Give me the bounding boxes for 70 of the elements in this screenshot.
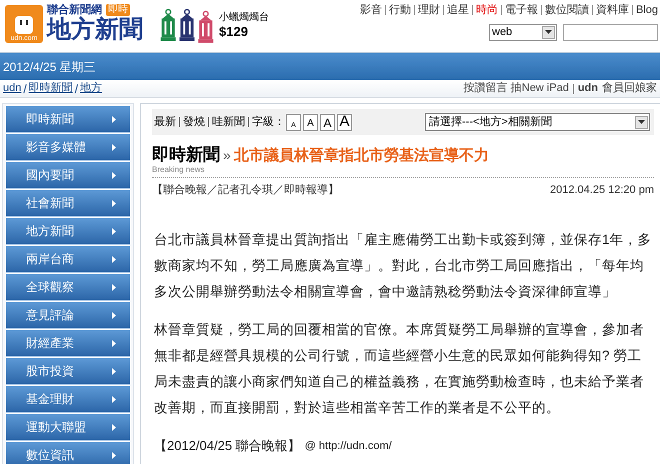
sidebar-item[interactable]: 即時新聞	[6, 106, 130, 133]
search-field[interactable]	[563, 24, 658, 40]
toolbar-link[interactable]: 最新	[154, 114, 176, 130]
caret-right-icon	[112, 172, 116, 178]
sidebar-item[interactable]: 運動大聯盟	[6, 414, 130, 441]
breadcrumb-separator: /	[23, 80, 27, 98]
top-nav-link[interactable]: 行動	[388, 2, 411, 18]
font-size-label: 字級：	[252, 114, 285, 130]
caret-right-icon	[112, 228, 116, 234]
chevron-icon: »	[223, 145, 231, 165]
caret-right-icon	[112, 200, 116, 206]
breadcrumb-separator: /	[74, 80, 78, 98]
caret-right-icon	[112, 424, 116, 430]
logo-section: 地方新聞	[47, 16, 143, 44]
caret-right-icon	[112, 368, 116, 374]
toolbar-link[interactable]: 哇新聞	[212, 114, 245, 130]
article-paragraph: 林晉章質疑，勞工局的回覆相當的官僚。本席質疑勞工局舉辦的宣導會，參加者無非都是經營具規模的公司行號，而這些經營小生意的民眾如何能夠得知? 勞工局未盡責的讓小商家們知道自己的權益義務，在實施勞動檢查時，也未給予業者改善期，而直接開罰，對於這些相當辛苦工作的業者是不公平的。	[154, 320, 645, 416]
caret-right-icon	[112, 116, 116, 122]
promo-tail-link[interactable]: 會員回娘家	[602, 80, 657, 97]
toolbar-link[interactable]: 發燒	[183, 114, 205, 130]
top-nav-link[interactable]: 時尚	[476, 2, 498, 18]
breadcrumb-link[interactable]: 即時新聞	[28, 80, 73, 97]
logo-badge-label: 即時	[106, 4, 130, 16]
date-text: 2012/4/25 星期三	[3, 58, 96, 76]
caret-right-icon	[112, 284, 116, 290]
caret-right-icon	[112, 340, 116, 346]
caret-right-icon	[112, 452, 116, 458]
sidebar-item[interactable]: 基金理財	[6, 386, 130, 413]
article-datetime: 2012.04.25 12:20 pm	[550, 183, 654, 198]
sidebar-item[interactable]: 社會新聞	[6, 190, 130, 217]
sidebar-item[interactable]: 股市投資	[6, 358, 130, 385]
source-link[interactable]: @ http://udn.com/	[304, 432, 392, 458]
search-scope-select[interactable]: web	[489, 24, 557, 40]
related-news-select[interactable]: 請選擇---<地方>相關新聞	[425, 113, 650, 131]
ad-price: $129	[219, 24, 249, 40]
promo-link[interactable]: 按讚留言 抽New iPad	[464, 80, 569, 97]
top-nav-link[interactable]: 影音	[360, 2, 382, 18]
caret-right-icon	[112, 256, 116, 262]
section-title: 即時新聞	[152, 145, 220, 165]
top-nav-link[interactable]: 理財	[418, 2, 440, 18]
sidebar-item[interactable]: 意見評論	[6, 302, 130, 329]
caret-right-icon	[112, 396, 116, 402]
logo-brand: 聯合新聞網	[47, 4, 102, 16]
sidebar-item[interactable]: 數位資訊	[6, 442, 130, 464]
sidebar-item[interactable]: 財經產業	[6, 330, 130, 357]
top-nav-link[interactable]: Blog	[636, 2, 658, 18]
caret-right-icon	[112, 312, 116, 318]
top-nav-link[interactable]: 數位閱讀	[544, 2, 589, 18]
font-size-button[interactable]: A	[337, 114, 352, 130]
font-size-button[interactable]: A	[320, 114, 335, 130]
top-nav-link[interactable]: 資料庫	[596, 2, 629, 18]
top-nav-link[interactable]: 追星	[446, 2, 469, 18]
sidebar-item[interactable]: 全球觀察	[6, 274, 130, 301]
sidebar-item[interactable]: 兩岸台商	[6, 246, 130, 273]
breadcrumb-link[interactable]: 地方	[80, 80, 102, 97]
ad-product: 小蠟燭燭台	[219, 12, 269, 24]
section-subtitle: Breaking news	[152, 165, 206, 174]
top-nav-link[interactable]: 電子報	[504, 2, 538, 18]
article-paragraph: 台北市議員林晉章提出質詢指出「雇主應備勞工出勤卡或簽到簿，並保存1年，多數商家均不知，勞工局應廣為宣導」。對此，台北市勞工局回應指出，「每年均多次公開舉辦勞動法令相關宣導會，會中邀請熟稔勞動法令資深律師宣導」	[154, 230, 653, 300]
article-byline: 【聯合晚報／記者孔令琪／即時報導】	[152, 182, 339, 198]
font-size-button[interactable]: A	[303, 114, 318, 130]
article-source: 【2012/04/25 聯合晚報】	[154, 436, 301, 454]
sidebar-item[interactable]: 地方新聞	[6, 218, 130, 245]
plug-icon	[14, 15, 34, 35]
article-headline: 北市議員林晉章指北市勞基法宣導不力	[234, 146, 489, 166]
promo-brand-link[interactable]: udn	[578, 80, 598, 97]
sidebar-item[interactable]: 國內要聞	[6, 162, 130, 189]
sidebar-item[interactable]: 影音多媒體	[6, 134, 130, 161]
breadcrumb-link[interactable]: udn	[3, 80, 22, 97]
caret-right-icon	[112, 144, 116, 150]
